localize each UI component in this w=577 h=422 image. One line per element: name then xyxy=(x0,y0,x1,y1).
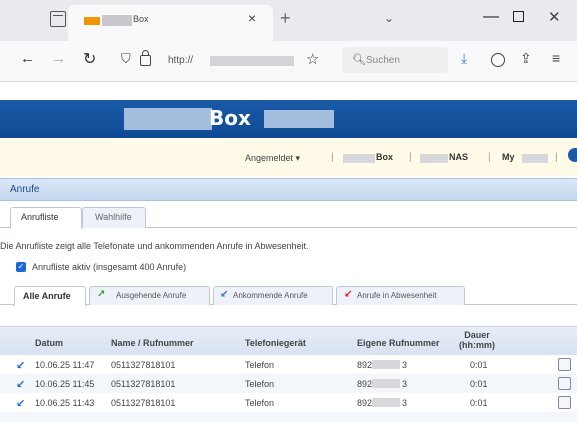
link-redacted xyxy=(522,154,548,163)
url-redacted[interactable] xyxy=(210,56,294,66)
header-dauer[interactable]: Dauer (hh:mm) xyxy=(457,330,497,350)
tab-alle-anrufe-label: Alle Anrufe xyxy=(23,291,71,301)
search-placeholder: Suchen xyxy=(366,55,400,66)
forward-icon[interactable]: → xyxy=(51,50,66,67)
tab-title-redacted xyxy=(102,15,132,26)
cell-datum: 10.06.25 11:47 xyxy=(35,360,95,370)
cell-eigene-suffix: 3 xyxy=(402,398,408,408)
cell-geraet: Telefon xyxy=(245,379,275,389)
header-dauer-label: Dauer xyxy=(464,330,490,340)
cell-name[interactable]: 0511327818101 xyxy=(111,398,175,408)
minimize-icon[interactable]: — xyxy=(483,8,499,26)
cell-name[interactable]: 0511327818101 xyxy=(111,379,175,389)
table-row xyxy=(0,412,577,422)
link-my[interactable]: My xyxy=(502,152,515,162)
phonebook-add-button[interactable] xyxy=(558,396,571,409)
link-redacted xyxy=(420,154,448,163)
account-icon[interactable] xyxy=(491,53,505,67)
extensions-icon[interactable]: ⇪ xyxy=(520,50,532,67)
tab-abwesenheit-label: Anrufe in Abwesenheit xyxy=(357,291,437,300)
tab-ausgehende-label: Ausgehende Anrufe xyxy=(116,291,187,300)
separator: | xyxy=(409,152,412,163)
reload-icon[interactable]: ↻ xyxy=(83,49,96,69)
header-datum[interactable]: Datum xyxy=(35,338,63,348)
phonebook-add-button[interactable] xyxy=(558,377,571,390)
header-dauer-unit: (hh:mm) xyxy=(459,340,495,350)
incoming-call-icon: ↙ xyxy=(16,398,26,410)
tab-anrufliste-label: Anrufliste xyxy=(21,212,59,222)
logged-in-menu[interactable]: Angemeldet ▾ xyxy=(245,153,300,164)
separator: | xyxy=(331,152,334,163)
favicon-icon xyxy=(84,17,100,25)
incoming-call-icon: ↙ xyxy=(16,379,26,391)
checkbox-label: Anrufliste aktiv (insgesamt 400 Anrufe) xyxy=(32,262,187,272)
page-title: Anrufe xyxy=(10,184,40,195)
cell-eigene-redacted xyxy=(372,379,400,388)
cell-eigene-suffix: 3 xyxy=(402,360,408,370)
lock-icon[interactable] xyxy=(140,50,151,66)
back-icon[interactable]: ← xyxy=(20,50,35,67)
link-box[interactable]: Box xyxy=(376,152,393,162)
link-nas[interactable]: NAS xyxy=(449,152,468,162)
cell-eigene-suffix: 3 xyxy=(402,379,408,389)
menu-icon[interactable]: ≡ xyxy=(552,50,560,66)
missed-call-icon: ↙ xyxy=(344,289,353,300)
outgoing-call-icon: ↗ xyxy=(97,289,106,300)
description-text: Die Anrufliste zeigt alle Telefonate und… xyxy=(0,241,309,251)
cell-datum: 10.06.25 11:45 xyxy=(35,379,95,389)
tab-close-icon[interactable]: × xyxy=(248,10,256,26)
tab-list-icon[interactable]: ⌄ xyxy=(384,11,394,25)
cell-dauer: 0:01 xyxy=(470,379,488,389)
shield-icon[interactable]: ⛉ xyxy=(121,51,131,67)
separator: | xyxy=(555,152,558,163)
incoming-call-icon: ↙ xyxy=(16,360,26,372)
page-top-spacer xyxy=(0,82,577,100)
cell-eigene-redacted xyxy=(372,360,400,369)
star-icon[interactable]: ☆ xyxy=(306,50,319,68)
cell-datum: 10.06.25 11:43 xyxy=(35,398,95,408)
incoming-call-icon: ↙ xyxy=(220,289,229,300)
section-header xyxy=(0,178,577,201)
header-eigene-rufnummer[interactable]: Eigene Rufnummer xyxy=(357,338,440,348)
cell-eigene-prefix: 892 xyxy=(357,398,373,408)
anrufliste-active-checkbox[interactable]: ✓ xyxy=(16,262,26,272)
cell-dauer: 0:01 xyxy=(470,360,488,370)
cell-geraet: Telefon xyxy=(245,360,275,370)
phonebook-add-button[interactable] xyxy=(558,358,571,371)
separator: | xyxy=(488,152,491,163)
search-icon: 🔍︎ xyxy=(352,54,366,66)
logo-redacted-left xyxy=(124,108,212,130)
cell-dauer: 0:01 xyxy=(470,398,488,408)
new-tab-icon[interactable]: + xyxy=(280,8,291,29)
cell-eigene-redacted xyxy=(372,398,400,407)
cell-geraet: Telefon xyxy=(245,398,275,408)
cell-eigene-prefix: 892 xyxy=(357,360,373,370)
header-name[interactable]: Name / Rufnummer xyxy=(111,338,194,348)
help-icon[interactable] xyxy=(568,148,577,162)
link-redacted xyxy=(343,154,375,163)
close-window-icon[interactable]: ✕ xyxy=(548,8,561,26)
download-icon[interactable]: ⤓ xyxy=(461,50,467,67)
url-text[interactable]: http:// xyxy=(168,55,193,66)
maximize-icon[interactable] xyxy=(513,11,524,22)
header-telefoniegeraet[interactable]: Telefoniegerät xyxy=(245,338,306,348)
tab-wahlhilfe-label: Wahlhilfe xyxy=(95,212,132,222)
cell-eigene-prefix: 892 xyxy=(357,379,373,389)
tab-ankommende-label: Ankommende Anrufe xyxy=(233,291,308,300)
cell-name[interactable]: 0511327818101 xyxy=(111,360,175,370)
logo-redacted-right xyxy=(264,110,334,128)
logo-text: Box xyxy=(209,106,251,130)
tabs-icon[interactable] xyxy=(50,11,66,27)
tab-title: Box xyxy=(133,14,149,24)
